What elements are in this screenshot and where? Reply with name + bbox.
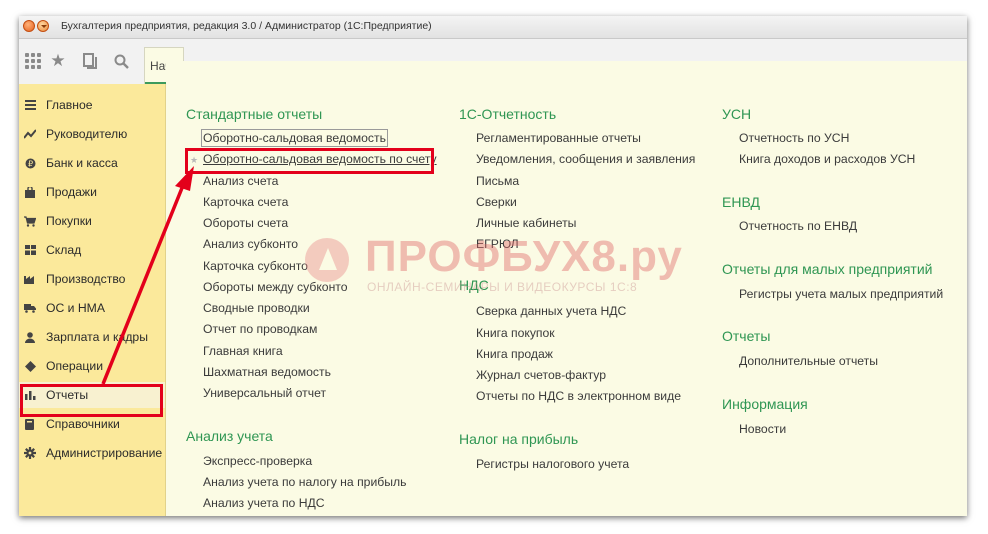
sidebar-item-bank[interactable]: ₽ Банк и касса	[19, 150, 165, 176]
sidebar-item-fixed-assets[interactable]: ОС и НМА	[19, 295, 165, 321]
window-title: Бухгалтерия предприятия, редакция 3.0 / …	[61, 20, 432, 32]
sidebar-item-label: Главное	[46, 98, 93, 112]
menu-lines-icon	[24, 99, 36, 111]
history-icon[interactable]	[81, 52, 99, 70]
report-link[interactable]: Обороты между субконто	[203, 280, 348, 294]
bar-chart-icon	[24, 389, 36, 401]
section-title-vat: НДС	[459, 277, 489, 293]
section-title-accounting-analysis: Анализ учета	[186, 428, 273, 444]
report-link[interactable]: Личные кабинеты	[476, 216, 576, 230]
sidebar-item-label: Банк и касса	[46, 156, 118, 170]
cart-icon	[24, 215, 36, 227]
sidebar-item-reports[interactable]: Отчеты	[19, 382, 165, 408]
trend-icon	[24, 128, 36, 140]
sidebar-item-salary[interactable]: Зарплата и кадры	[19, 324, 165, 350]
report-link[interactable]: Отчет по проводкам	[203, 322, 317, 336]
sidebar: Главное Руководителю ₽ Банк и касса Прод…	[19, 84, 166, 516]
sidebar-item-manager[interactable]: Руководителю	[19, 121, 165, 147]
sidebar-item-label: ОС и НМА	[46, 301, 105, 315]
sidebar-item-label: Руководителю	[46, 127, 128, 141]
report-link[interactable]: Отчеты по НДС в электронном виде	[476, 389, 681, 403]
sidebar-item-label: Отчеты	[46, 388, 89, 402]
sidebar-item-label: Администрирование	[46, 446, 163, 460]
coin-icon: ₽	[24, 157, 36, 169]
report-link[interactable]: Книга продаж	[476, 347, 553, 361]
section-title-reports: Отчеты	[722, 328, 771, 344]
sidebar-item-label: Склад	[46, 243, 82, 257]
reports-panel: Стандартные отчеты Оборотно-сальдовая ве…	[166, 61, 967, 516]
favorites-star-icon[interactable]: ★	[49, 52, 67, 70]
section-title-profit-tax: Налог на прибыль	[459, 431, 579, 447]
report-link[interactable]: Сводные проводки	[203, 301, 310, 315]
sidebar-item-label: Продажи	[46, 185, 97, 199]
report-link[interactable]: Отчетность по ЕНВД	[739, 219, 857, 233]
sidebar-item-main[interactable]: Главное	[19, 92, 165, 118]
report-link[interactable]: Анализ учета по налогу на прибыль	[203, 475, 406, 489]
report-link[interactable]: Обороты счета	[203, 216, 288, 230]
report-link[interactable]: Книга покупок	[476, 326, 555, 340]
report-link[interactable]: Письма	[476, 174, 519, 188]
report-link[interactable]: Анализ учета по НДС	[203, 496, 325, 510]
factory-icon	[24, 273, 36, 285]
report-link[interactable]: Регистры налогового учета	[476, 457, 629, 471]
sidebar-item-label: Операции	[46, 359, 104, 373]
report-link[interactable]: Анализ субконто	[203, 237, 298, 251]
app-logo-icon[interactable]	[23, 20, 35, 32]
search-icon[interactable]	[112, 52, 130, 70]
section-title-usn: УСН	[722, 106, 752, 122]
report-link[interactable]: Регистры учета малых предприятий	[739, 287, 943, 301]
sidebar-item-label: Справочники	[46, 417, 120, 431]
report-link[interactable]: Анализ счета	[203, 174, 278, 188]
section-title-small-business: Отчеты для малых предприятий	[722, 261, 933, 277]
sidebar-item-directories[interactable]: Справочники	[19, 411, 165, 437]
report-link[interactable]: Универсальный отчет	[203, 386, 326, 400]
report-link[interactable]: Экспресс-проверка	[203, 454, 312, 468]
report-link-selected[interactable]: Оборотно-сальдовая ведомость по счету	[203, 152, 437, 166]
truck-icon	[24, 302, 36, 314]
main-menu-icon[interactable]	[37, 20, 49, 32]
report-link[interactable]: Отчетность по УСН	[739, 131, 849, 145]
report-link[interactable]: Новости	[739, 422, 786, 436]
svg-text:₽: ₽	[27, 159, 32, 168]
sidebar-item-warehouse[interactable]: Склад	[19, 237, 165, 263]
sidebar-item-sales[interactable]: Продажи	[19, 179, 165, 205]
sidebar-item-operations[interactable]: Операции	[19, 353, 165, 379]
person-icon	[24, 331, 36, 343]
section-title-information: Информация	[722, 396, 808, 412]
book-icon	[24, 418, 36, 430]
report-link[interactable]: Сверка данных учета НДС	[476, 304, 626, 318]
sidebar-item-label: Покупки	[46, 214, 92, 228]
sidebar-item-production[interactable]: Производство	[19, 266, 165, 292]
shopping-bag-icon	[24, 186, 36, 198]
sidebar-item-label: Зарплата и кадры	[46, 330, 148, 344]
title-bar: Бухгалтерия предприятия, редакция 3.0 / …	[19, 16, 967, 39]
report-link[interactable]: Карточка счета	[203, 195, 288, 209]
report-link[interactable]: Оборотно-сальдовая ведомость	[201, 129, 388, 147]
sidebar-item-administration[interactable]: Администрирование	[19, 440, 165, 466]
warehouse-icon	[24, 244, 36, 256]
report-link[interactable]: Дополнительные отчеты	[739, 354, 878, 368]
operations-icon	[24, 360, 36, 372]
sidebar-item-purchases[interactable]: Покупки	[19, 208, 165, 234]
favorite-star-icon[interactable]: ★	[190, 155, 198, 166]
report-link[interactable]: Журнал счетов-фактур	[476, 368, 606, 382]
apps-grid-icon[interactable]	[24, 52, 42, 70]
report-link[interactable]: ЕГРЮЛ	[476, 237, 519, 251]
app-window: Бухгалтерия предприятия, редакция 3.0 / …	[19, 16, 967, 516]
section-title-1c-reporting: 1С-Отчетность	[459, 106, 557, 122]
gear-icon	[24, 447, 36, 459]
section-title-envd: ЕНВД	[722, 194, 760, 210]
sidebar-item-label: Производство	[46, 272, 126, 286]
report-link[interactable]: Шахматная ведомость	[203, 365, 331, 379]
report-link[interactable]: Уведомления, сообщения и заявления	[476, 152, 695, 166]
report-link[interactable]: Карточка субконто	[203, 259, 308, 273]
report-link[interactable]: Регламентированные отчеты	[476, 131, 641, 145]
report-link[interactable]: Главная книга	[203, 344, 283, 358]
report-link[interactable]: Книга доходов и расходов УСН	[739, 152, 915, 166]
report-link[interactable]: Сверки	[476, 195, 517, 209]
section-title-standard-reports: Стандартные отчеты	[186, 106, 323, 122]
